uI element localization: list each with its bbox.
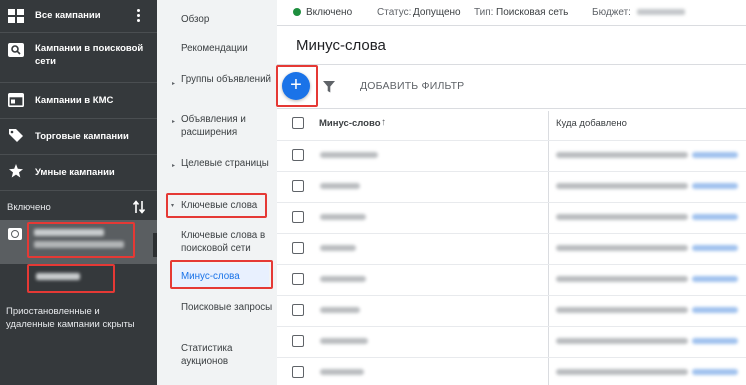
type-label: Тип: <box>474 7 494 18</box>
row-divider <box>277 295 746 296</box>
sidebar-item-shopping-campaigns[interactable]: Торговые кампании <box>0 119 157 153</box>
added-to-redacted <box>556 338 688 344</box>
highlight-box <box>276 65 318 107</box>
type-value: Поисковая сеть <box>496 7 569 18</box>
row-checkbox[interactable] <box>292 180 304 192</box>
campaign-status-bar: Включено Статус: Допущено Тип: Поисковая… <box>277 0 746 26</box>
expand-arrow-icon: ▸ <box>172 163 176 169</box>
row-checkbox[interactable] <box>292 211 304 223</box>
sidebar-item-label: Кампании в поисковой сети <box>35 43 144 67</box>
negative-keyword-redacted[interactable] <box>320 214 366 220</box>
sidebar-item-display-campaigns[interactable]: Кампании в КМС <box>0 83 157 117</box>
sidebar-item-label: Все кампании <box>35 10 101 21</box>
row-divider <box>277 357 746 358</box>
smart-campaign-icon <box>9 164 23 178</box>
row-checkbox[interactable] <box>292 304 304 316</box>
sidebar-item-label: Торговые кампании <box>35 131 129 142</box>
negative-keyword-redacted[interactable] <box>320 369 364 375</box>
status-label: Статус: <box>377 7 412 18</box>
budget-value-redacted <box>637 9 685 15</box>
row-checkbox[interactable] <box>292 273 304 285</box>
page-title: Минус-слова <box>296 37 386 54</box>
highlight-box <box>170 260 273 289</box>
row-divider <box>277 202 746 203</box>
row-checkbox[interactable] <box>292 242 304 254</box>
sort-icon[interactable] <box>133 200 145 214</box>
add-filter-button[interactable]: ДОБАВИТЬ ФИЛЬТР <box>360 80 464 92</box>
added-to-link-redacted[interactable] <box>692 307 738 313</box>
negative-keyword-redacted[interactable] <box>320 183 360 189</box>
sidebar-item-label: Кампании в КМС <box>35 95 114 106</box>
row-checkbox[interactable] <box>292 335 304 347</box>
display-campaign-icon <box>8 93 24 107</box>
highlight-box <box>166 193 267 218</box>
campaign-state[interactable]: Включено <box>306 7 352 18</box>
divider <box>0 190 157 191</box>
select-all-checkbox[interactable] <box>292 117 304 129</box>
nav-item-recommendations[interactable]: Рекомендации <box>181 42 276 55</box>
expand-arrow-icon: ▸ <box>172 81 176 87</box>
added-to-link-redacted[interactable] <box>692 152 738 158</box>
sidebar-item-all-campaigns[interactable]: Все кампании <box>0 0 157 32</box>
expand-arrow-icon: ▸ <box>172 119 176 125</box>
row-divider <box>277 140 746 141</box>
row-divider <box>277 171 746 172</box>
added-to-link-redacted[interactable] <box>692 245 738 251</box>
added-to-link-redacted[interactable] <box>692 214 738 220</box>
more-vert-icon[interactable] <box>136 9 140 23</box>
negative-keyword-redacted[interactable] <box>320 276 366 282</box>
divider <box>277 64 746 65</box>
search-campaign-icon <box>8 228 22 240</box>
divider <box>277 108 746 109</box>
shopping-tag-icon <box>9 129 23 142</box>
added-to-link-redacted[interactable] <box>692 338 738 344</box>
nav-item-search-keywords[interactable]: Ключевые слова в поисковой сети <box>181 229 276 255</box>
filter-icon[interactable] <box>323 81 335 93</box>
nav-item-landing-pages[interactable]: Целевые страницы <box>181 157 276 170</box>
added-to-redacted <box>556 276 688 282</box>
added-to-link-redacted[interactable] <box>692 369 738 375</box>
row-checkbox[interactable] <box>292 149 304 161</box>
column-divider <box>548 111 549 385</box>
status-value: Допущено <box>413 7 461 18</box>
sort-ascending-icon[interactable]: ↑ <box>381 117 386 128</box>
nav-item-auction-insights[interactable]: Статистика аукционов <box>181 342 276 368</box>
row-divider <box>277 233 746 234</box>
sidebar-item-smart-campaigns[interactable]: Умные кампании <box>0 155 157 189</box>
added-to-redacted <box>556 183 688 189</box>
added-to-redacted <box>556 369 688 375</box>
highlight-box <box>27 264 115 293</box>
grid-icon <box>8 9 24 23</box>
sidebar-item-search-campaigns[interactable]: Кампании в поисковой сети <box>0 33 157 75</box>
added-to-link-redacted[interactable] <box>692 276 738 282</box>
nav-item-ad-groups[interactable]: Группы объявлений <box>181 73 276 86</box>
hidden-campaigns-note: Приостановленные и удаленные кампании ск… <box>6 306 135 330</box>
budget-label: Бюджет: <box>592 7 631 18</box>
status-dot-icon <box>293 8 301 16</box>
row-divider <box>277 326 746 327</box>
sidebar-item-label: Умные кампании <box>35 167 115 178</box>
highlight-box <box>27 222 135 258</box>
added-to-redacted <box>556 307 688 313</box>
negative-keyword-redacted[interactable] <box>320 307 360 313</box>
added-to-redacted <box>556 245 688 251</box>
campaign-filter-label: Включено <box>7 202 51 213</box>
column-header-negative-keyword[interactable]: Минус-слово <box>319 118 381 129</box>
column-header-added-to[interactable]: Куда добавлено <box>556 118 627 129</box>
row-divider <box>277 264 746 265</box>
nav-item-search-terms[interactable]: Поисковые запросы <box>181 301 276 314</box>
nav-item-overview[interactable]: Обзор <box>181 13 276 26</box>
negative-keyword-redacted[interactable] <box>320 245 356 251</box>
negative-keyword-redacted[interactable] <box>320 152 378 158</box>
added-to-link-redacted[interactable] <box>692 183 738 189</box>
row-checkbox[interactable] <box>292 366 304 378</box>
added-to-redacted <box>556 152 688 158</box>
negative-keyword-redacted[interactable] <box>320 338 368 344</box>
nav-item-ads-extensions[interactable]: Объявления и расширения <box>181 113 276 139</box>
added-to-redacted <box>556 214 688 220</box>
search-campaign-icon <box>8 43 24 57</box>
